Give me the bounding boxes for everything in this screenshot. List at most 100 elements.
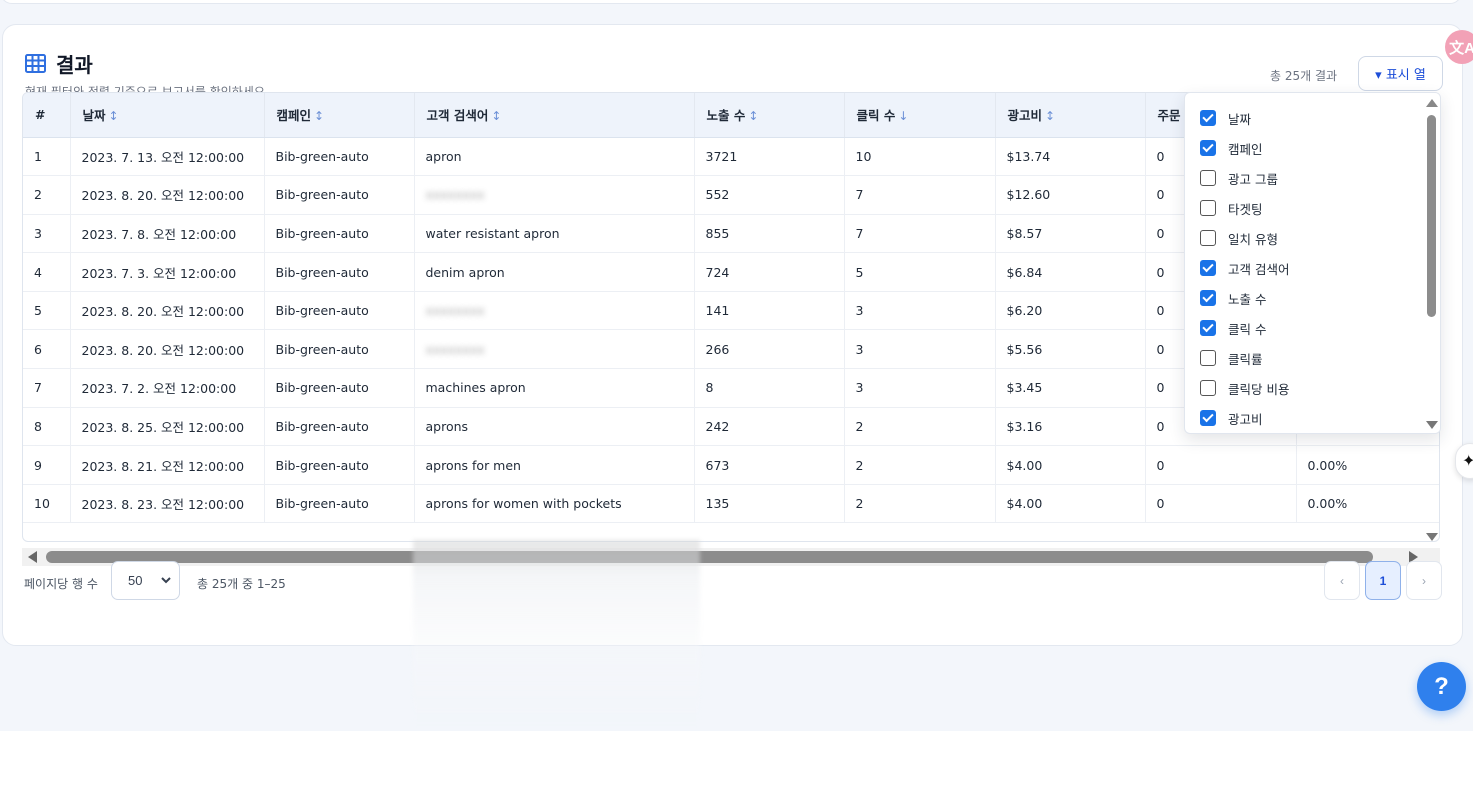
table-cell: 242 (694, 407, 845, 447)
column-option-checkbox[interactable] (1200, 200, 1216, 216)
dropdown-scroll-thumb[interactable] (1427, 115, 1436, 317)
table-cell: 3721 (694, 137, 845, 177)
column-header-1[interactable]: 날짜 ↕ (70, 93, 265, 138)
pagination-footer: 페이지당 행 수 50 총 25개 중 1–25 ‹ 1 › (22, 561, 1442, 601)
column-header-label: 주문 (1157, 108, 1181, 124)
column-header-4[interactable]: 노출 수 ↕ (694, 93, 845, 138)
table-cell: 8 (694, 368, 845, 408)
column-option-checkbox[interactable] (1200, 110, 1216, 126)
table-cell: 2023. 7. 13. 오전 12:00:00 (70, 137, 265, 177)
page-button-current[interactable]: 1 (1365, 561, 1401, 600)
column-header-0[interactable]: # (23, 93, 71, 138)
table-cell: $4.00 (995, 445, 1146, 485)
column-option[interactable]: 광고 그룹 (1200, 168, 1278, 188)
translate-icon[interactable]: 文A (1445, 30, 1473, 64)
table-cell: 266 (694, 329, 845, 370)
sort-icon[interactable]: ↓ (898, 109, 908, 123)
column-option-label: 광고비 (1228, 411, 1263, 427)
prev-page-button[interactable]: ‹ (1324, 561, 1360, 600)
table-cell: 2023. 7. 2. 오전 12:00:00 (70, 368, 265, 408)
column-option-checkbox[interactable] (1200, 290, 1216, 306)
column-header-2[interactable]: 캠페인 ↕ (264, 93, 415, 138)
results-header: 결과 (25, 49, 93, 78)
column-option[interactable]: 광고비 (1200, 408, 1263, 428)
column-option[interactable]: 클릭 수 (1200, 318, 1266, 338)
table-cell: 0.00% (1296, 484, 1439, 524)
table-cell: 135 (694, 484, 845, 524)
column-option-label: 날짜 (1228, 111, 1252, 127)
table-cell: 2 (844, 407, 996, 447)
table-cell: 5 (844, 252, 996, 292)
column-option-label: 일치 유형 (1228, 231, 1278, 247)
column-option-label: 타겟팅 (1228, 201, 1263, 217)
column-option-checkbox[interactable] (1200, 350, 1216, 366)
table-cell: 3 (844, 329, 996, 370)
table-cell: Bib-green-auto (264, 214, 415, 254)
column-header-6[interactable]: 광고비 ↕ (995, 93, 1146, 138)
table-cell: 2023. 8. 20. 오전 12:00:00 (70, 291, 265, 331)
column-option-label: 클릭률 (1228, 351, 1263, 367)
column-header-3[interactable]: 고객 검색어 ↕ (414, 93, 695, 138)
table-scroll-down-arrow[interactable] (1426, 533, 1438, 541)
column-option-checkbox[interactable] (1200, 230, 1216, 246)
columns-toggle-button[interactable]: ▾ 표시 열 (1358, 56, 1443, 91)
help-button[interactable]: ? (1417, 662, 1466, 711)
table-cell: Bib-green-auto (264, 484, 415, 524)
column-option-checkbox[interactable] (1200, 380, 1216, 396)
table-cell: 2023. 8. 21. 오전 12:00:00 (70, 445, 265, 485)
dropdown-scrollbar[interactable] (1423, 93, 1440, 433)
redacted-search-term: xxxxxxxx (425, 187, 485, 203)
table-cell: aprons (414, 407, 695, 447)
table-cell: $6.84 (995, 252, 1146, 292)
table-cell: apron (414, 137, 695, 177)
sort-icon[interactable]: ↕ (314, 109, 324, 123)
column-option-label: 고객 검색어 (1228, 261, 1290, 277)
column-option[interactable]: 일치 유형 (1200, 228, 1278, 248)
sparkle-icon[interactable]: ✦ (1455, 443, 1473, 479)
table-cell: xxxxxxxx (414, 329, 695, 370)
column-option-checkbox[interactable] (1200, 140, 1216, 156)
table-cell: 3 (844, 291, 996, 331)
column-option-label: 클릭당 비용 (1228, 381, 1290, 397)
column-option[interactable]: 클릭률 (1200, 348, 1263, 368)
table-cell: $12.60 (995, 175, 1146, 215)
dropdown-scroll-down-arrow[interactable] (1426, 421, 1438, 429)
column-header-label: 날짜 (82, 108, 106, 124)
table-cell: 2023. 7. 8. 오전 12:00:00 (70, 214, 265, 254)
column-header-label: 광고비 (1007, 108, 1043, 124)
column-option[interactable]: 노출 수 (1200, 288, 1266, 308)
sort-icon[interactable]: ↕ (491, 109, 501, 123)
column-option[interactable]: 캠페인 (1200, 138, 1263, 158)
table-cell: 4 (23, 252, 71, 292)
column-option[interactable]: 클릭당 비용 (1200, 378, 1289, 398)
column-option[interactable]: 고객 검색어 (1200, 258, 1289, 278)
dropdown-scroll-up-arrow[interactable] (1426, 99, 1438, 107)
column-header-label: 클릭 수 (856, 108, 896, 124)
rows-per-page-select[interactable]: 50 (111, 561, 180, 600)
column-option[interactable]: 타겟팅 (1200, 198, 1263, 218)
sort-icon[interactable]: ↕ (748, 109, 758, 123)
sort-icon[interactable]: ↕ (1045, 109, 1055, 123)
table-cell: $5.56 (995, 329, 1146, 370)
table-cell: $3.45 (995, 368, 1146, 408)
table-cell: 3 (844, 368, 996, 408)
table-cell: 7 (23, 368, 71, 408)
table-cell: 5 (23, 291, 71, 331)
table-cell: 855 (694, 214, 845, 254)
previous-card-edge (0, 0, 1462, 4)
table-cell: Bib-green-auto (264, 252, 415, 292)
column-header-5[interactable]: 클릭 수 ↓ (844, 93, 996, 138)
table-cell: Bib-green-auto (264, 445, 415, 485)
sort-icon[interactable]: ↕ (109, 109, 119, 123)
next-page-button[interactable]: › (1406, 561, 1442, 600)
column-option-label: 캠페인 (1228, 141, 1263, 157)
column-option-label: 노출 수 (1228, 291, 1267, 307)
column-option-checkbox[interactable] (1200, 410, 1216, 426)
table-cell: 6 (23, 329, 71, 370)
column-option-checkbox[interactable] (1200, 170, 1216, 186)
column-option-checkbox[interactable] (1200, 260, 1216, 276)
column-option-checkbox[interactable] (1200, 320, 1216, 336)
table-cell: aprons for women with pockets (414, 484, 695, 524)
table-cell: $13.74 (995, 137, 1146, 177)
column-option[interactable]: 날짜 (1200, 108, 1251, 128)
